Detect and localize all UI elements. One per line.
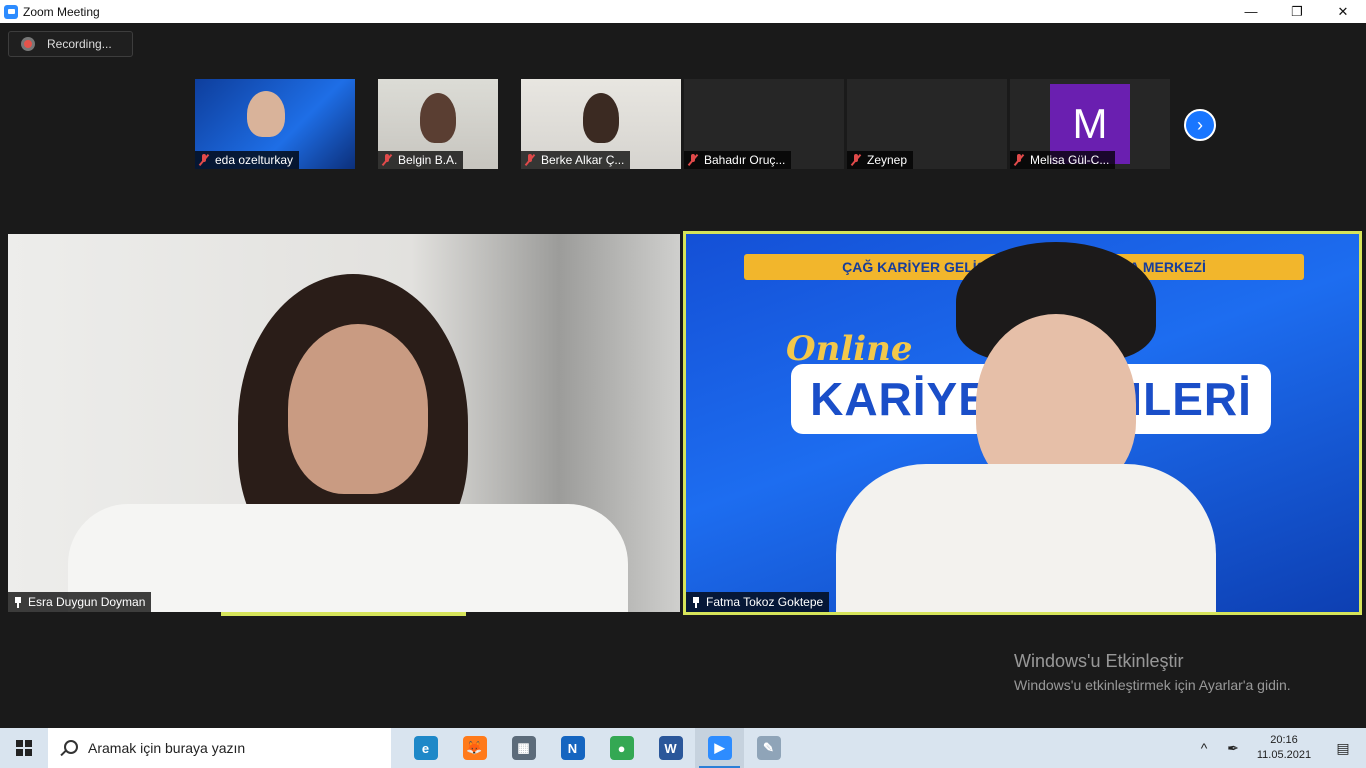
video-tile[interactable]: Esra Duygun Doyman xyxy=(8,234,680,612)
participant-name: Berke Alkar Ç... xyxy=(541,153,625,167)
participant-name: Esra Duygun Doyman xyxy=(28,595,146,609)
system-tray: ^ ✒ 20:16 11.05.2021 ▤ xyxy=(1190,728,1366,768)
video-tile-active-speaker[interactable]: ÇAĞ KARİYER GELİŞTİRME VE ARAŞTIRMA MERK… xyxy=(683,231,1362,615)
audio-level-bar xyxy=(221,612,466,616)
participant-video xyxy=(247,91,285,137)
taskbar-app-calculator[interactable]: ▦ xyxy=(499,728,548,768)
record-icon xyxy=(21,37,35,51)
next-page-button[interactable]: › xyxy=(1184,109,1216,141)
mic-muted-icon xyxy=(199,154,209,166)
zoom-icon: ▶ xyxy=(707,736,732,760)
word-icon: W xyxy=(658,736,683,760)
pen-icon[interactable]: ✒ xyxy=(1218,728,1248,768)
participant-name: Belgin B.A. xyxy=(398,153,458,167)
recording-indicator[interactable]: Recording... xyxy=(8,31,133,57)
clock-time: 20:16 xyxy=(1270,734,1298,746)
participant-thumbnail[interactable]: M Melisa Gül-C... xyxy=(1010,79,1170,169)
calculator-icon: ▦ xyxy=(511,736,536,760)
participant-thumbnail[interactable]: eda ozelturkay xyxy=(195,79,355,169)
participant-name: Bahadır Oruç... xyxy=(704,153,786,167)
search-icon xyxy=(60,740,78,756)
participant-name: eda ozelturkay xyxy=(215,153,294,167)
pin-icon xyxy=(14,596,22,608)
pin-icon xyxy=(692,596,700,608)
mic-muted-icon xyxy=(851,154,861,166)
clock[interactable]: 20:16 11.05.2021 xyxy=(1248,728,1320,768)
nx-icon: N xyxy=(560,736,585,760)
search-placeholder: Aramak için buraya yazın xyxy=(88,740,246,756)
taskbar-app-edge[interactable]: e xyxy=(401,728,450,768)
zoom-app-icon xyxy=(4,4,18,19)
taskbar-app-zoom[interactable]: ▶ xyxy=(695,728,744,768)
window-title: Zoom Meeting xyxy=(23,4,100,19)
restore-button[interactable]: ❐ xyxy=(1274,0,1320,23)
taskbar-app-chrome[interactable]: ● xyxy=(597,728,646,768)
title-bar: Zoom Meeting — ❐ ✕ xyxy=(0,0,1366,23)
activation-watermark-subtitle: Windows'u etkinleştirmek için Ayarlar'a … xyxy=(1014,677,1291,693)
chevron-right-icon: › xyxy=(1197,114,1203,135)
minimize-button[interactable]: — xyxy=(1228,0,1274,23)
taskbar-app-nx[interactable]: N xyxy=(548,728,597,768)
clock-date: 11.05.2021 xyxy=(1256,749,1312,761)
paint-icon: ✎ xyxy=(756,736,781,760)
taskbar-app-word[interactable]: W xyxy=(646,728,695,768)
firefox-icon: 🦊 xyxy=(462,736,487,760)
chevron-up-icon[interactable]: ^ xyxy=(1190,728,1218,768)
participant-thumbnail[interactable]: Berke Alkar Ç... xyxy=(521,79,681,169)
taskbar-apps: e 🦊 ▦ N ● W ▶ ✎ xyxy=(401,728,793,768)
background-logo-top: Online xyxy=(786,329,913,369)
participant-name: Fatma Tokoz Goktepe xyxy=(706,595,824,609)
mic-muted-icon xyxy=(1014,154,1024,166)
edge-icon: e xyxy=(413,736,438,760)
participant-video xyxy=(583,93,619,143)
participant-video xyxy=(420,93,456,143)
activation-watermark-title: Windows'u Etkinleştir xyxy=(1014,651,1184,671)
start-button[interactable] xyxy=(0,728,48,768)
participant-name: Zeynep xyxy=(867,153,908,167)
participant-name: Melisa Gül-C... xyxy=(1030,153,1110,167)
mic-muted-icon xyxy=(525,154,535,166)
notification-icon[interactable]: ▤ xyxy=(1320,728,1366,768)
mic-muted-icon xyxy=(688,154,698,166)
recording-label: Recording... xyxy=(47,37,112,51)
participant-thumbnail[interactable]: Belgin B.A. xyxy=(378,79,498,169)
taskbar-app-firefox[interactable]: 🦊 xyxy=(450,728,499,768)
taskbar-search[interactable]: Aramak için buraya yazın xyxy=(48,728,391,768)
windows-logo-icon xyxy=(16,740,32,756)
taskbar-app-paint[interactable]: ✎ xyxy=(744,728,793,768)
participant-thumbnail[interactable]: Bahadır Oruç... xyxy=(684,79,844,169)
taskbar: Aramak için buraya yazın e 🦊 ▦ N ● W ▶ ✎ ^ ✒ 20… xyxy=(0,728,1366,768)
participant-thumbnail[interactable]: Zeynep xyxy=(847,79,1007,169)
meeting-stage: Recording... eda ozelturkay Belgin B.A. … xyxy=(0,23,1366,728)
window-controls: — ❐ ✕ xyxy=(1228,0,1366,23)
mic-muted-icon xyxy=(382,154,392,166)
close-button[interactable]: ✕ xyxy=(1320,0,1366,23)
chrome-icon: ● xyxy=(609,736,634,760)
